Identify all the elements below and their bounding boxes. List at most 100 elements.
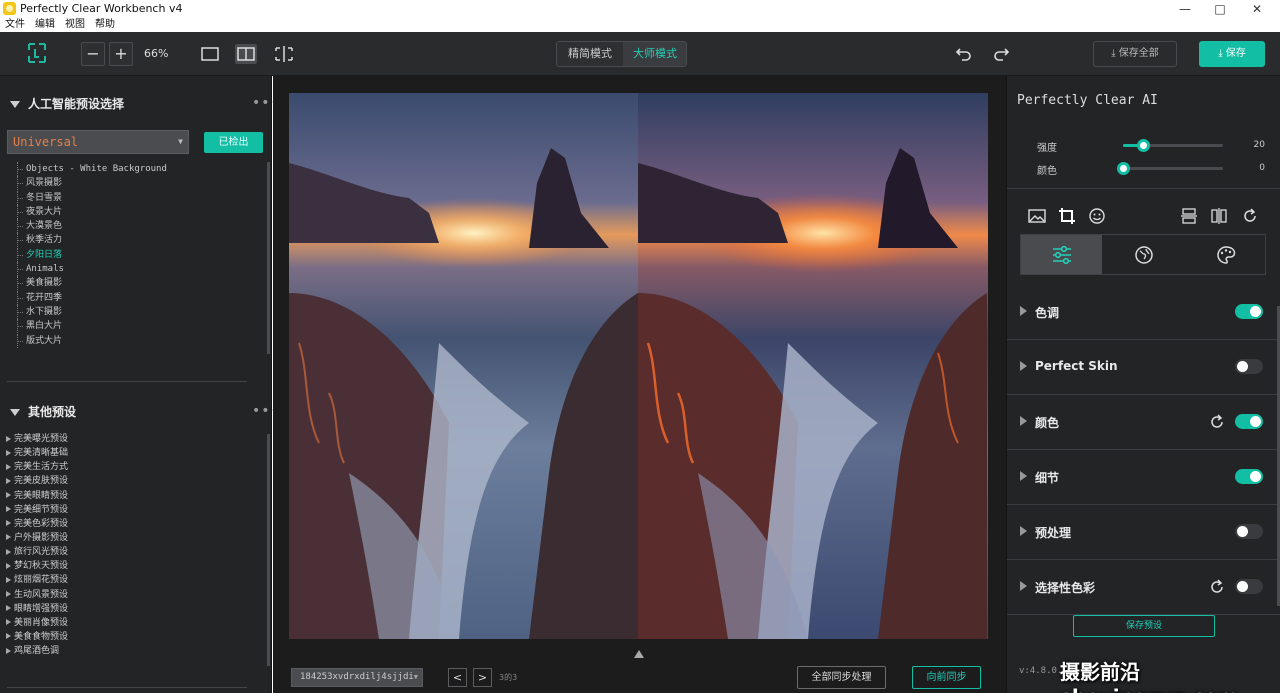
other-preset-header[interactable]: 其他预设 [10,403,76,420]
sync-forward-button[interactable]: 向前同步 [912,666,981,689]
tree-item[interactable]: 大漠景色 [14,219,254,234]
section-row[interactable]: Perfect Skin [1007,340,1280,395]
tree-item[interactable]: 夕阳日落 [14,247,254,263]
redo-icon[interactable] [992,45,1010,63]
list-item[interactable]: 美食食物预设 [6,630,256,644]
tree-item[interactable]: 黑白大片 [14,319,254,334]
tab-palette[interactable] [1185,235,1266,274]
reset-icon[interactable] [1209,414,1225,430]
file-select[interactable]: 184253xvdrxdilj4sjjdi ▼ [291,668,423,687]
menu-help[interactable]: 帮助 [95,18,115,32]
list-item[interactable]: 炫丽烟花预设 [6,573,256,587]
face-icon[interactable] [1088,207,1106,225]
undo-icon[interactable] [955,45,973,63]
next-image-button[interactable]: > [473,668,492,687]
sync-all-button[interactable]: 全部同步处理 [797,666,886,689]
section-toggle[interactable] [1235,469,1263,484]
section-row[interactable]: 色调 [1007,285,1280,340]
strength-slider[interactable] [1123,139,1223,152]
save-all-button[interactable]: ⤓ 保存全部 [1093,41,1177,67]
section-toggle[interactable] [1235,359,1263,374]
tree-item[interactable]: 秋季活力 [14,233,254,248]
expand-arrow-icon[interactable] [1020,416,1027,426]
slider-knob[interactable] [1137,139,1150,152]
list-item[interactable]: 户外摄影预设 [6,531,256,545]
tree-item[interactable]: 美食摄影 [14,276,254,291]
list-item[interactable]: 旅行风光预设 [6,545,256,559]
tab-simple-mode[interactable]: 精简模式 [557,42,623,66]
list-item[interactable]: 完美细节预设 [6,503,256,517]
section-toggle[interactable] [1235,579,1263,594]
zoom-out-button[interactable]: − [81,42,105,66]
list-item-label: 完美眼睛预设 [14,490,69,501]
color-slider[interactable] [1117,162,1223,175]
tab-creative[interactable] [1103,235,1184,274]
expand-arrow-icon[interactable] [1020,471,1027,481]
list-item[interactable]: 梦幻秋天预设 [6,559,256,573]
tab-adjustments[interactable] [1021,235,1102,274]
list-item[interactable]: 完美眼睛预设 [6,489,256,503]
menu-bar: 文件 编辑 视图 帮助 [0,18,1280,32]
list-item[interactable]: 完美清晰基础 [6,446,256,460]
menu-file[interactable]: 文件 [5,18,25,32]
minimize-button[interactable]: — [1168,0,1202,18]
list-item[interactable]: 完美皮肤预设 [6,474,256,488]
reset-icon[interactable] [1209,579,1225,595]
list-item[interactable]: 眼睛增强预设 [6,602,256,616]
menu-edit[interactable]: 编辑 [35,18,55,32]
single-view-icon[interactable] [199,44,221,64]
section-row[interactable]: 预处理 [1007,505,1280,560]
tree-item[interactable]: Animals [14,262,254,277]
slider-knob[interactable] [1117,162,1130,175]
expand-arrow-icon[interactable] [1020,581,1027,591]
ai-preset-header[interactable]: 人工智能预设选择 [10,95,124,112]
expand-arrow-icon[interactable] [1020,526,1027,536]
scrollbar[interactable] [267,434,270,666]
section-row[interactable]: 细节 [1007,450,1280,505]
save-preset-button[interactable]: 保存预设 [1073,615,1215,637]
list-item[interactable]: 美丽肖像预设 [6,616,256,630]
tree-item[interactable]: 水下摄影 [14,304,254,320]
scrollbar[interactable] [267,162,270,354]
list-item[interactable]: 完美生活方式 [6,460,256,474]
list-item[interactable]: 完美色彩预设 [6,517,256,531]
tree-item[interactable]: 版式大片 [14,333,254,348]
list-item-label: 眼睛增强预设 [14,603,69,614]
image-icon[interactable] [1028,207,1046,225]
section-toggle[interactable] [1235,524,1263,539]
watermark-text: 摄影前沿sheyingzyz.com [1060,660,1239,693]
flip-horizontal-icon[interactable] [1210,207,1228,225]
rotate-icon[interactable] [1241,207,1259,225]
tree-item[interactable]: 冬日雪景 [14,190,254,205]
section-row[interactable]: 颜色 [1007,395,1280,450]
tree-item[interactable]: 风景摄影 [14,176,254,191]
list-item[interactable]: 生动风景预设 [6,588,256,602]
tree-item[interactable]: 夜景大片 [14,204,254,220]
tab-master-mode[interactable]: 大师模式 [623,42,686,66]
section-row[interactable]: 选择性色彩 [1007,560,1280,615]
tree-item[interactable]: 花开四季 [14,290,254,305]
menu-view[interactable]: 视图 [65,18,85,32]
section-toggle[interactable] [1235,414,1263,429]
section-toggle[interactable] [1235,304,1263,319]
flip-vertical-icon[interactable] [1180,207,1198,225]
ai-preset-select[interactable]: Universal ▼ [7,130,189,154]
close-button[interactable]: ✕ [1240,0,1274,18]
maximize-button[interactable]: □ [1203,0,1237,18]
tree-item[interactable]: Objects - White Background [14,162,254,177]
list-item-label: 美丽肖像预设 [14,617,69,628]
split-view-icon[interactable] [235,44,257,64]
crop-icon[interactable] [1058,207,1076,225]
expand-arrow-icon[interactable] [1020,361,1027,371]
app-logo-icon [28,43,46,63]
divider [7,381,247,382]
save-button[interactable]: ⤓ 保存 [1199,41,1265,67]
compare-view-icon[interactable] [273,44,295,64]
expand-arrow-icon[interactable] [1020,306,1027,316]
list-item[interactable]: 鸡尾酒色调 [6,644,256,658]
prev-image-button[interactable]: < [448,668,467,687]
zoom-in-button[interactable]: + [109,42,133,66]
detected-button[interactable]: 已检出 [204,132,263,153]
list-item[interactable]: 完美曝光预设 [6,432,256,446]
color-label: 颜色 [1037,166,1057,177]
